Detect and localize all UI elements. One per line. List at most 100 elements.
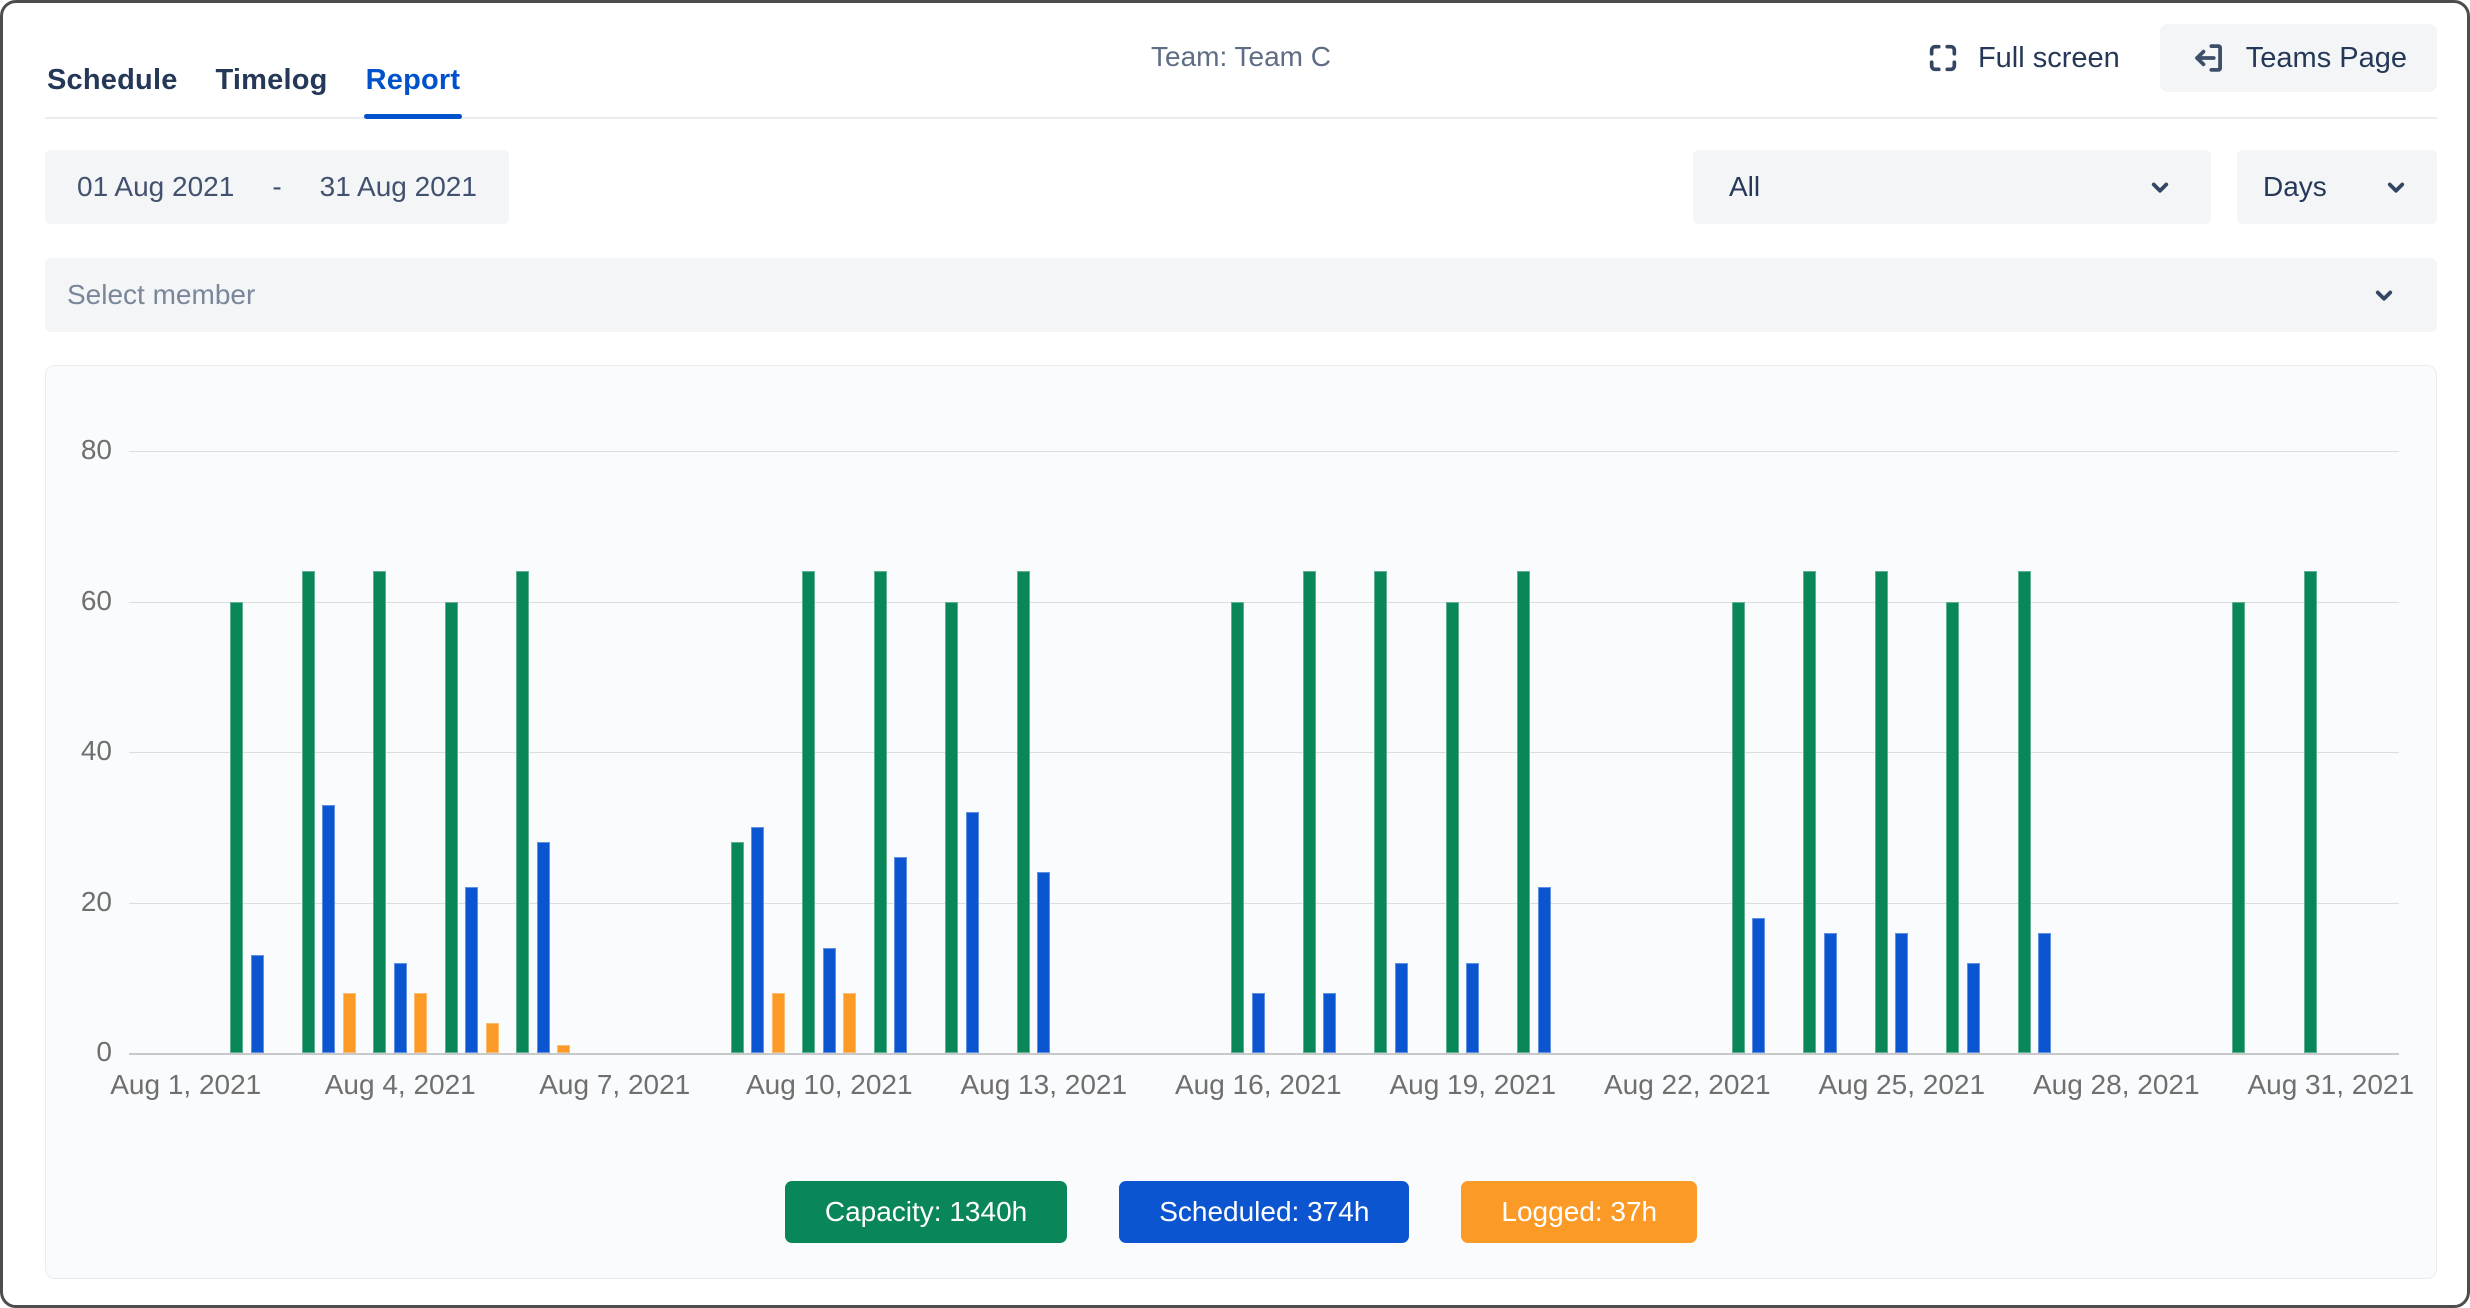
bar-scheduled-day3 [322, 805, 335, 1053]
y-axis-label-60: 60 [37, 585, 112, 617]
bar-capacity-day23 [1732, 602, 1745, 1054]
date-range-picker[interactable]: 01 Aug 2021 - 31 Aug 2021 [45, 150, 509, 224]
bar-scheduled-day23 [1752, 918, 1765, 1053]
bar-capacity-day24 [1803, 571, 1816, 1053]
y-axis-label-80: 80 [37, 434, 112, 466]
y-axis-label-20: 20 [37, 886, 112, 918]
bar-capacity-day12 [945, 602, 958, 1054]
bar-scheduled-day17 [1323, 993, 1336, 1053]
bar-capacity-day5 [445, 602, 458, 1054]
team-label: Team: Team C [1151, 41, 1331, 73]
bar-capacity-day20 [1517, 571, 1530, 1053]
bar-capacity-day6 [516, 571, 529, 1053]
bar-capacity-day25 [1875, 571, 1888, 1053]
bar-scheduled-day13 [1037, 872, 1050, 1053]
granularity-select[interactable]: Days [2237, 150, 2437, 224]
chart-legend: Capacity: 1340h Scheduled: 374h Logged: 37… [46, 1181, 2436, 1243]
tab-timelog[interactable]: Timelog [214, 64, 330, 117]
bar-capacity-day9 [731, 842, 744, 1053]
chevron-down-icon [2145, 172, 2175, 202]
scope-select[interactable]: All [1693, 150, 2211, 224]
bar-capacity-day13 [1017, 571, 1030, 1053]
y-axis-label-40: 40 [37, 735, 112, 767]
bar-capacity-day11 [874, 571, 887, 1053]
bar-capacity-day16 [1231, 602, 1244, 1054]
bar-scheduled-day12 [966, 812, 979, 1053]
bar-capacity-day4 [373, 571, 386, 1053]
bar-capacity-day17 [1303, 571, 1316, 1053]
x-axis-label-day31: Aug 31, 2021 [2221, 1069, 2441, 1101]
x-axis-label-day1: Aug 1, 2021 [76, 1069, 296, 1101]
fullscreen-icon [1926, 41, 1960, 75]
bar-logged-day10 [843, 993, 856, 1053]
bar-scheduled-day9 [751, 827, 764, 1053]
report-chart-card: 806040200Aug 1, 2021Aug 4, 2021Aug 7, 20… [45, 365, 2437, 1279]
bar-scheduled-day6 [537, 842, 550, 1053]
legend-scheduled-button[interactable]: Scheduled: 374h [1119, 1181, 1409, 1243]
x-axis-label-day25: Aug 25, 2021 [1792, 1069, 2012, 1101]
member-row: Select member [45, 258, 2437, 332]
gridline-y60 [129, 602, 2399, 603]
bar-logged-day9 [772, 993, 785, 1053]
x-axis-label-day19: Aug 19, 2021 [1363, 1069, 1583, 1101]
bar-scheduled-day18 [1395, 963, 1408, 1053]
bar-capacity-day30 [2232, 602, 2245, 1054]
bar-logged-day6 [557, 1045, 570, 1053]
x-axis-label-day10: Aug 10, 2021 [719, 1069, 939, 1101]
tab-bar: Schedule Timelog Report [45, 64, 462, 117]
bar-logged-day5 [486, 1023, 499, 1053]
bar-scheduled-day11 [894, 857, 907, 1053]
header-actions: Full screen Teams Page [1926, 24, 2437, 92]
bar-scheduled-day19 [1466, 963, 1479, 1053]
scope-select-value: All [1729, 171, 1760, 203]
bar-logged-day3 [343, 993, 356, 1053]
bar-capacity-day10 [802, 571, 815, 1053]
gridline-y40 [129, 752, 2399, 753]
fullscreen-label: Full screen [1978, 42, 2120, 75]
y-axis-label-0: 0 [37, 1036, 112, 1068]
bar-scheduled-day26 [1967, 963, 1980, 1053]
bar-scheduled-day5 [465, 887, 478, 1053]
bar-capacity-day26 [1946, 602, 1959, 1054]
chevron-down-icon [2381, 172, 2411, 202]
member-select-placeholder: Select member [67, 279, 255, 311]
tab-schedule[interactable]: Schedule [45, 64, 180, 117]
bar-scheduled-day10 [823, 948, 836, 1053]
fullscreen-button[interactable]: Full screen [1926, 41, 2120, 75]
return-icon [2190, 39, 2228, 77]
bar-scheduled-day2 [251, 955, 264, 1053]
bar-scheduled-day4 [394, 963, 407, 1053]
active-tab-indicator [364, 114, 463, 119]
bar-capacity-day3 [302, 571, 315, 1053]
bar-capacity-day2 [230, 602, 243, 1054]
bar-capacity-day27 [2018, 571, 2031, 1053]
x-axis-label-day28: Aug 28, 2021 [2006, 1069, 2226, 1101]
granularity-select-value: Days [2263, 171, 2327, 203]
header: Schedule Timelog Report Team: Team C Full … [45, 3, 2437, 119]
x-axis-label-day13: Aug 13, 2021 [934, 1069, 1154, 1101]
bar-capacity-day19 [1446, 602, 1459, 1054]
filter-row: 01 Aug 2021 - 31 Aug 2021 All Days [45, 150, 2437, 224]
app-window: Schedule Timelog Report Team: Team C Full … [0, 0, 2470, 1308]
x-axis-label-day22: Aug 22, 2021 [1577, 1069, 1797, 1101]
bar-chart-plot-area: 806040200Aug 1, 2021Aug 4, 2021Aug 7, 20… [129, 451, 2399, 1053]
date-separator: - [272, 171, 281, 203]
bar-logged-day4 [414, 993, 427, 1053]
bar-scheduled-day25 [1895, 933, 1908, 1053]
legend-logged-button[interactable]: Logged: 37h [1461, 1181, 1697, 1243]
gridline-y80 [129, 451, 2399, 452]
bar-capacity-day18 [1374, 571, 1387, 1053]
date-to: 31 Aug 2021 [320, 171, 477, 203]
tab-report[interactable]: Report [364, 64, 463, 117]
x-axis-label-day7: Aug 7, 2021 [505, 1069, 725, 1101]
teams-page-button[interactable]: Teams Page [2160, 24, 2437, 92]
member-select[interactable]: Select member [45, 258, 2437, 332]
chevron-down-icon [2369, 280, 2399, 310]
x-axis-label-day4: Aug 4, 2021 [290, 1069, 510, 1101]
teams-page-label: Teams Page [2246, 42, 2407, 75]
x-axis-line [129, 1053, 2399, 1055]
legend-capacity-button[interactable]: Capacity: 1340h [785, 1181, 1067, 1243]
bar-scheduled-day24 [1824, 933, 1837, 1053]
date-from: 01 Aug 2021 [77, 171, 234, 203]
bar-capacity-day31 [2304, 571, 2317, 1053]
